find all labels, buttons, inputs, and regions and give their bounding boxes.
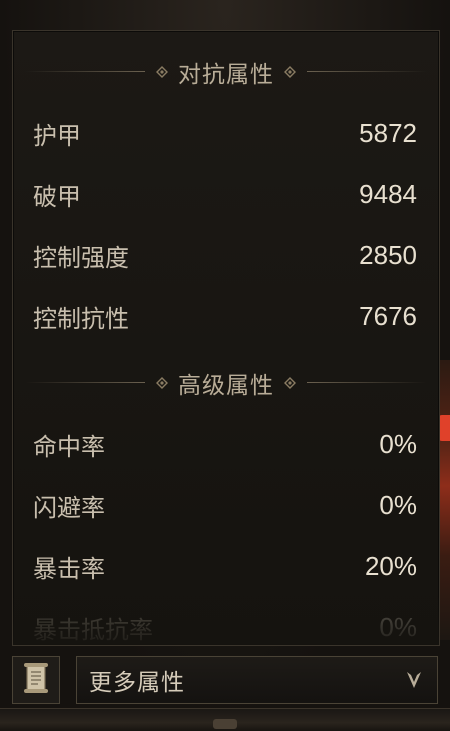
stat-label: 破甲 (33, 182, 81, 211)
divider-line (307, 382, 427, 383)
section-title: 对抗属性 (178, 62, 274, 88)
attribute-screen: 对抗属性 护甲 5872 破甲 9484 控制强度 2850 控制抗性 7676 (0, 0, 450, 731)
stat-value: 0% (379, 489, 417, 520)
stat-value: 9484 (359, 178, 417, 209)
ornament-icon (156, 66, 168, 78)
stat-value: 0% (379, 428, 417, 459)
section-header-advanced: 高级属性 (13, 368, 439, 399)
divider-line (307, 71, 427, 72)
stat-value: 7676 (359, 300, 417, 331)
ornament-icon (156, 377, 168, 389)
stat-row-crit-resist-rate: 暴击抵抗率 0% (33, 607, 417, 645)
ornament-icon (284, 66, 296, 78)
stat-value: 0% (379, 611, 417, 642)
stat-label: 暴击率 (33, 554, 105, 583)
frame-ornament (213, 719, 237, 729)
bottom-frame-trim (0, 708, 450, 731)
section-header-confrontation: 对抗属性 (13, 57, 439, 88)
stat-row-armor: 护甲 5872 (33, 113, 417, 153)
stat-value: 20% (364, 550, 417, 581)
stat-label: 命中率 (33, 432, 105, 461)
stat-row-control-resist: 控制抗性 7676 (33, 296, 417, 336)
stat-label: 护甲 (33, 121, 81, 150)
attribute-panel[interactable]: 对抗属性 护甲 5872 破甲 9484 控制强度 2850 控制抗性 7676 (12, 30, 440, 646)
scroll-icon (21, 661, 51, 699)
ornament-icon (284, 377, 296, 389)
section-title: 高级属性 (178, 373, 274, 399)
stat-label: 暴击抵抗率 (33, 615, 153, 644)
stat-row-dodge-rate: 闪避率 0% (33, 485, 417, 525)
more-attributes-dropdown[interactable]: 更多属性 (76, 656, 438, 704)
stat-row-crit-rate: 暴击率 20% (33, 546, 417, 586)
divider-line (25, 382, 145, 383)
divider-line (25, 71, 145, 72)
stat-row-armor-break: 破甲 9484 (33, 174, 417, 214)
stat-value: 2850 (359, 239, 417, 270)
scroll-button[interactable] (12, 656, 60, 704)
chevron-down-icon (405, 669, 423, 691)
stat-label: 控制强度 (33, 243, 129, 272)
more-attributes-label: 更多属性 (89, 670, 185, 696)
stat-row-control-strength: 控制强度 2850 (33, 235, 417, 275)
stat-label: 控制抗性 (33, 304, 129, 333)
stat-value: 5872 (359, 117, 417, 148)
stat-row-hit-rate: 命中率 0% (33, 424, 417, 464)
stat-label: 闪避率 (33, 493, 105, 522)
